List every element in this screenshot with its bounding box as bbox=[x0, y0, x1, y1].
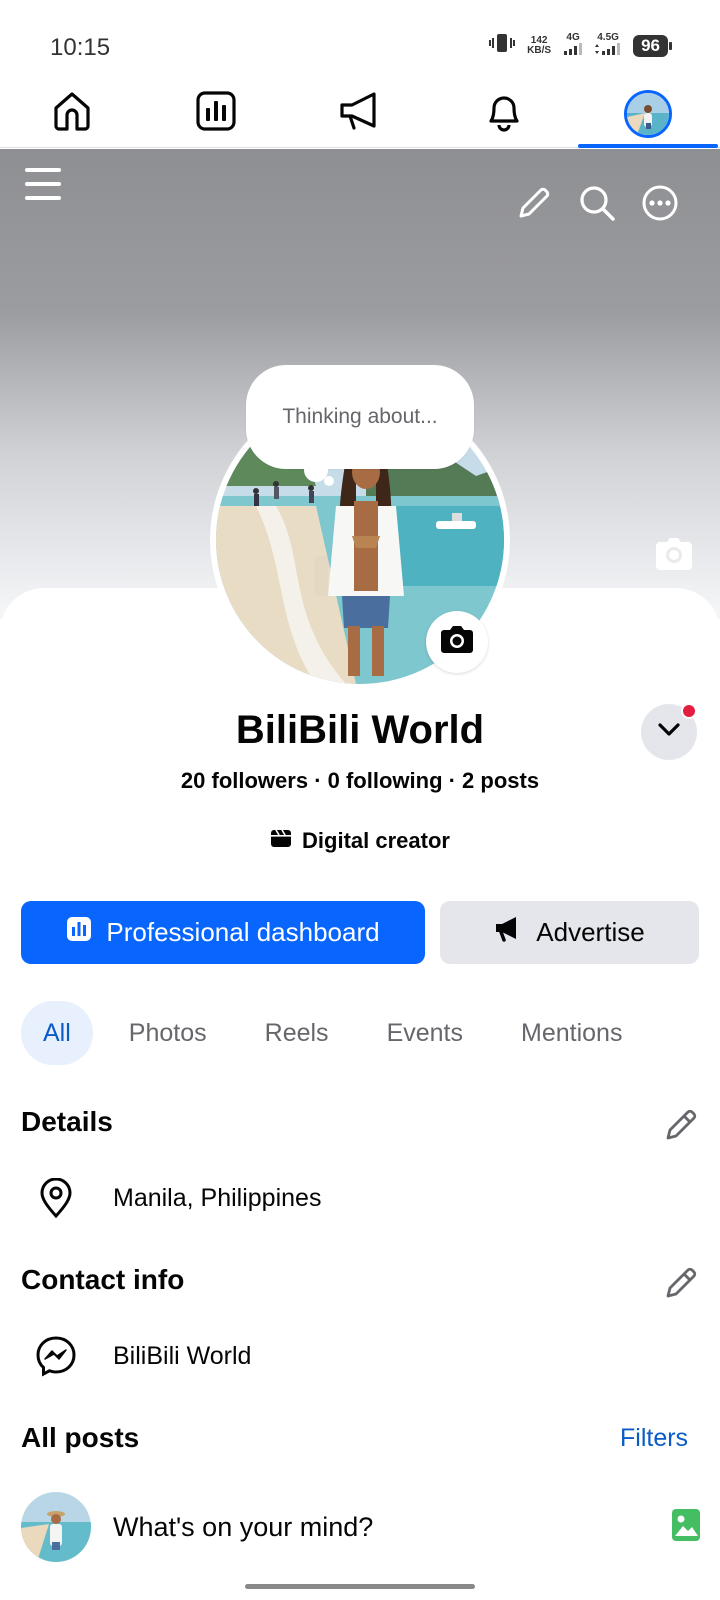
tab-home[interactable] bbox=[0, 80, 144, 147]
bell-icon bbox=[483, 90, 525, 137]
filter-tab-mentions[interactable]: Mentions bbox=[499, 1001, 644, 1065]
pencil-icon[interactable] bbox=[515, 184, 553, 222]
cover-camera-icon[interactable] bbox=[652, 534, 696, 574]
edit-details-pencil-icon[interactable] bbox=[664, 1108, 698, 1142]
megaphone-icon bbox=[338, 90, 382, 137]
contact-info-title: Contact info bbox=[21, 1264, 185, 1295]
signal-4g: 4G bbox=[563, 33, 583, 58]
professional-dashboard-button[interactable]: Professional dashboard bbox=[21, 901, 425, 964]
status-bar: 10:15 142 KB/S 4G 4.5G 96 bbox=[0, 0, 720, 80]
status-icons: 142 KB/S 4G 4.5G 96 bbox=[489, 32, 672, 59]
tab-notifications[interactable] bbox=[432, 80, 576, 147]
messenger-icon bbox=[21, 1335, 91, 1377]
profile-avatar bbox=[624, 89, 672, 138]
filter-tab-events[interactable]: Events bbox=[365, 1001, 485, 1065]
note-bubble-tail-small bbox=[324, 476, 334, 486]
filter-tab-reels[interactable]: Reels bbox=[243, 1001, 351, 1065]
net-speed: 142 KB/S bbox=[527, 34, 552, 56]
profile-name: BiliBili World bbox=[235, 708, 485, 752]
filter-tab-all[interactable]: All bbox=[21, 1001, 93, 1065]
dashboard-icon bbox=[195, 90, 237, 137]
details-title: Details bbox=[21, 1106, 113, 1137]
clapperboard-icon bbox=[270, 828, 292, 854]
all-posts-title: All posts bbox=[21, 1422, 140, 1453]
tab-profile[interactable] bbox=[576, 80, 720, 148]
messenger-text: BiliBili World bbox=[113, 1341, 252, 1370]
advertise-label: Advertise bbox=[536, 917, 645, 947]
signal-45g: 4.5G bbox=[595, 33, 621, 58]
composer-placeholder: What's on your mind? bbox=[113, 1511, 374, 1542]
location-text: Manila, Philippines bbox=[113, 1183, 322, 1212]
profile-stats[interactable]: 20 followers · 0 following · 2 posts bbox=[0, 768, 720, 794]
notification-dot bbox=[681, 703, 697, 719]
megaphone-icon bbox=[494, 916, 522, 949]
profile-camera-button[interactable] bbox=[426, 611, 488, 673]
top-navigation bbox=[0, 80, 720, 148]
tab-ads[interactable] bbox=[288, 80, 432, 147]
details-location-row[interactable]: Manila, Philippines bbox=[21, 1168, 701, 1228]
home-icon bbox=[51, 90, 93, 137]
post-composer[interactable]: What's on your mind? bbox=[21, 1492, 701, 1562]
composer-avatar bbox=[21, 1492, 91, 1562]
search-icon[interactable] bbox=[577, 183, 617, 223]
advertise-button[interactable]: Advertise bbox=[440, 901, 699, 964]
location-pin-icon bbox=[21, 1178, 91, 1218]
filter-tab-photos[interactable]: Photos bbox=[107, 1001, 229, 1065]
chevron-down-icon bbox=[657, 722, 681, 743]
contact-messenger-row[interactable]: BiliBili World bbox=[21, 1326, 701, 1386]
edit-contact-pencil-icon[interactable] bbox=[664, 1266, 698, 1300]
status-time: 10:15 bbox=[50, 34, 111, 61]
content-filter-tabs: All Photos Reels Events Mentions bbox=[21, 1001, 658, 1065]
photo-icon[interactable] bbox=[671, 1508, 701, 1547]
category-label: Digital creator bbox=[302, 828, 450, 853]
hamburger-icon[interactable] bbox=[22, 163, 64, 205]
note-bubble[interactable]: Thinking about... bbox=[246, 365, 474, 469]
dashboard-icon bbox=[66, 916, 92, 949]
posts-filters-link[interactable]: Filters bbox=[620, 1424, 688, 1453]
profile-category: Digital creator bbox=[0, 828, 720, 854]
home-indicator[interactable] bbox=[245, 1584, 475, 1589]
tab-dashboard[interactable] bbox=[144, 80, 288, 147]
vibrate-icon bbox=[489, 32, 516, 59]
more-icon[interactable] bbox=[640, 183, 680, 223]
professional-dashboard-label: Professional dashboard bbox=[106, 917, 380, 947]
camera-icon bbox=[439, 625, 475, 660]
battery-indicator: 96 bbox=[633, 34, 672, 57]
